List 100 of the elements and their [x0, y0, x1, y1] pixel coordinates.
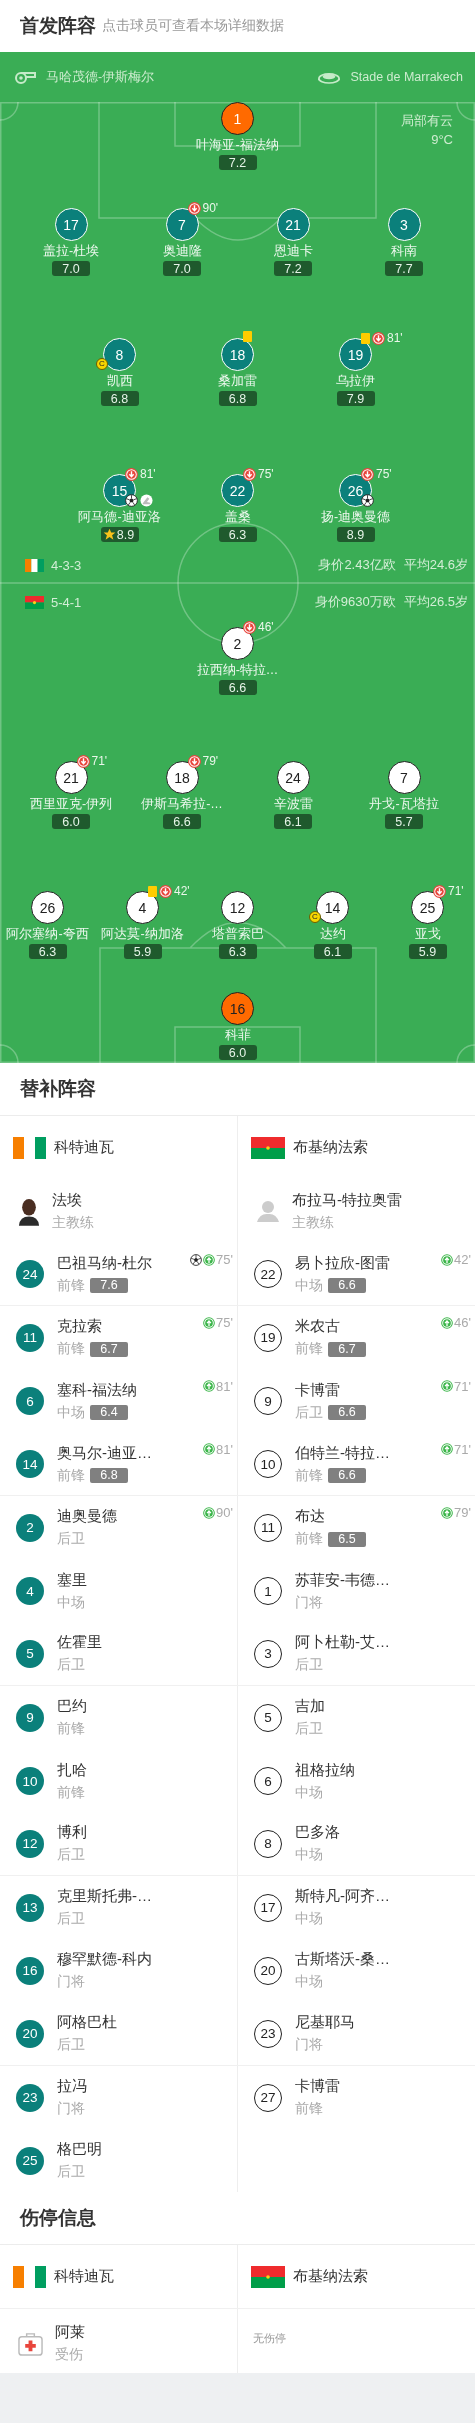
player-number[interactable]: 26: [31, 891, 64, 924]
player-number[interactable]: 24: [16, 1260, 44, 1289]
player-number[interactable]: 3: [254, 1639, 282, 1668]
player-position: 门将: [57, 1973, 85, 1992]
player-position: 中场: [295, 1783, 323, 1802]
team-name: 科特迪瓦: [54, 1138, 114, 1157]
player-name: 阿达莫-纳加洛: [101, 926, 184, 943]
player-position: 中场: [295, 1973, 323, 1992]
player-number[interactable]: 20: [16, 2019, 44, 2048]
player-number[interactable]: 20: [254, 1956, 282, 1985]
player-name: 阿卜杜勒-艾…: [295, 1633, 390, 1653]
player-number[interactable]: 19: [254, 1323, 282, 1352]
player-number[interactable]: 25: [16, 2146, 44, 2175]
player-name: 亚戈: [414, 926, 441, 943]
sub-minute: 71': [91, 754, 108, 768]
player-number[interactable]: 22: [254, 1260, 282, 1289]
player-number[interactable]: 9: [16, 1703, 44, 1732]
captain-badge: C: [96, 358, 108, 370]
sub-minute: 81': [140, 467, 156, 481]
player-number[interactable]: 7: [387, 761, 421, 794]
player-number[interactable]: 22: [221, 474, 254, 507]
sub-in-icon: [203, 1506, 216, 1519]
player-number[interactable]: 1: [254, 1577, 282, 1606]
section-title: 替补阵容: [20, 1077, 96, 1101]
sub-minute: 90': [202, 201, 219, 215]
player-number[interactable]: 5: [16, 1639, 44, 1668]
player-name: 布达: [295, 1507, 326, 1527]
venue-name: Stade de Marrakech: [350, 70, 463, 84]
formation-text: 5-4-1: [51, 594, 82, 610]
player-number[interactable]: 21: [54, 761, 88, 794]
player-number[interactable]: 17: [54, 208, 88, 241]
sub-in-icon: [203, 1443, 216, 1456]
player-number[interactable]: 2: [16, 1513, 44, 1542]
player-number[interactable]: 8: [103, 338, 136, 371]
sub-minute: 75': [258, 467, 274, 481]
player-number[interactable]: 10: [254, 1450, 282, 1479]
player-number[interactable]: 11: [16, 1323, 44, 1352]
player-number[interactable]: 16: [221, 992, 254, 1025]
temperature-text: 9°C: [431, 132, 453, 147]
team-name: 科特迪瓦: [54, 2267, 114, 2287]
player-name: 尼基耶马: [295, 2013, 355, 2033]
player-number[interactable]: 25: [411, 891, 444, 924]
player-number[interactable]: 14: [16, 1450, 44, 1479]
player-number[interactable]: 23: [254, 2019, 282, 2048]
player-number[interactable]: 18: [165, 761, 199, 794]
player-number[interactable]: 12: [221, 891, 254, 924]
sub-in-icon: [203, 1380, 216, 1393]
stadium-icon: [318, 70, 341, 84]
player-number[interactable]: 12: [16, 1829, 44, 1858]
referee-name: 马哈茂德-伊斯梅尔: [46, 68, 155, 86]
sub-out-icon: [243, 620, 256, 634]
player-number[interactable]: 2: [221, 627, 254, 660]
player-name: 阿莱: [55, 2323, 85, 2343]
player-position: 前锋: [57, 1276, 85, 1295]
player-rating: 6.8: [100, 391, 139, 406]
sub-in-icon: [203, 1316, 216, 1329]
sub-minute: 71': [448, 884, 464, 898]
player-number[interactable]: 14: [316, 891, 349, 924]
weather-text: 局部有云: [401, 112, 453, 130]
whistle-icon: [14, 70, 36, 84]
player-number[interactable]: 4: [126, 891, 159, 924]
player-rating: 7.2: [218, 155, 257, 170]
player-number[interactable]: 1: [221, 102, 254, 135]
player-number[interactable]: 23: [16, 2083, 44, 2112]
player-rating: 7.6: [90, 1278, 128, 1294]
player-number[interactable]: 18: [221, 338, 254, 371]
player-number[interactable]: 6: [254, 1767, 282, 1795]
player-number[interactable]: 7: [165, 208, 199, 241]
player-number[interactable]: 24: [276, 761, 310, 794]
player-name: 易卜拉欣-图雷: [295, 1253, 390, 1273]
coach-role: 主教练: [52, 1213, 94, 1232]
player-number[interactable]: 8: [254, 1829, 282, 1858]
player-name: 古斯塔沃-桑…: [295, 1950, 390, 1970]
player-number[interactable]: 13: [16, 1893, 44, 1922]
player-number[interactable]: 4: [16, 1577, 44, 1606]
player-number[interactable]: 16: [16, 1956, 44, 1985]
empty-text: 无伤停: [253, 2331, 286, 2347]
player-number[interactable]: 9: [254, 1387, 282, 1416]
player-position: 后卫: [295, 1656, 323, 1675]
flag-icon: [251, 2265, 285, 2288]
player-number[interactable]: 19: [339, 338, 372, 371]
coach-avatar-icon: [18, 1196, 40, 1226]
player-number[interactable]: 11: [254, 1513, 282, 1542]
ball-icon: [190, 1253, 203, 1266]
player-number[interactable]: 6: [16, 1387, 44, 1416]
section-title: 伤停信息: [20, 2206, 96, 2231]
sub-minute: 46': [258, 620, 274, 634]
player-name: 西里亚克-伊列: [29, 796, 113, 813]
player-name: 卡博雷: [295, 2077, 340, 2096]
player-name: 穆罕默德-科内: [57, 1950, 152, 1970]
player-number[interactable]: 3: [387, 208, 421, 241]
player-rating: 6.6: [328, 1405, 366, 1421]
player-number[interactable]: 27: [254, 2083, 282, 2112]
player-number[interactable]: 21: [276, 208, 310, 241]
sub-out-icon: [372, 331, 385, 345]
flag-icon: [13, 2265, 46, 2288]
flag-icon: [25, 558, 44, 572]
player-number[interactable]: 17: [254, 1893, 282, 1922]
player-number[interactable]: 10: [16, 1767, 44, 1795]
player-number[interactable]: 5: [254, 1703, 282, 1732]
